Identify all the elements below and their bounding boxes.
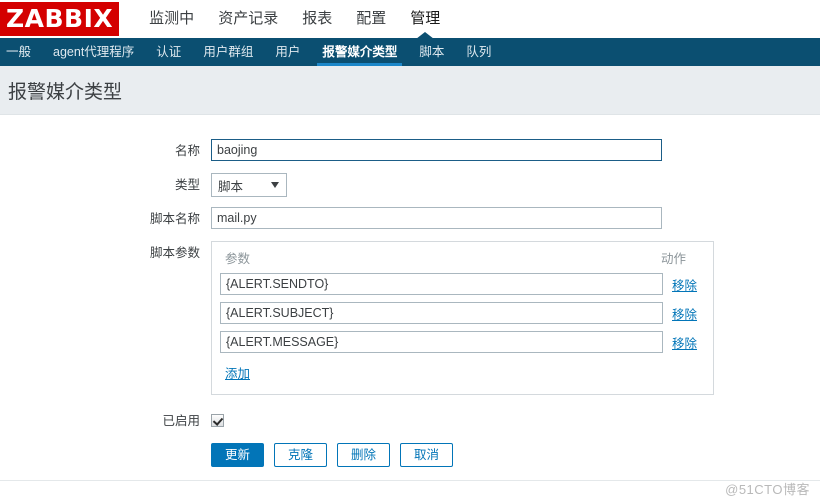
sub-nav-item-user-groups[interactable]: 用户群组 <box>192 38 264 66</box>
form-row-actions: 更新 克隆 删除 取消 <box>0 443 820 467</box>
script-parameter-input-1[interactable] <box>220 273 663 295</box>
chevron-down-icon <box>271 182 279 188</box>
type-select[interactable]: 脚本 <box>211 173 287 197</box>
page-title: 报警媒介类型 <box>8 81 123 103</box>
script-parameters-table: 参数 动作 移除 移除 移除 添加 <box>211 241 714 395</box>
script-parameter-input-3[interactable] <box>220 331 663 353</box>
delete-button[interactable]: 删除 <box>337 443 391 467</box>
top-menu-item-monitoring[interactable]: 监测中 <box>137 0 206 38</box>
label-type: 类型 <box>174 178 200 192</box>
cancel-button[interactable]: 取消 <box>400 443 454 467</box>
script-parameter-input-2[interactable] <box>220 302 663 324</box>
remove-parameter-link-1[interactable]: 移除 <box>663 275 705 294</box>
label-enabled: 已启用 <box>162 414 200 428</box>
form-row-type: 类型 脚本 <box>0 173 820 197</box>
sub-nav-item-general[interactable]: 一般 <box>0 38 42 66</box>
top-menu: 监测中 资产记录 报表 配置 管理 <box>137 0 452 38</box>
form-row-script-parameters: 脚本参数 参数 动作 移除 移除 移除 添加 <box>0 241 820 395</box>
label-name: 名称 <box>174 144 200 158</box>
label-script-parameters: 脚本参数 <box>149 246 200 260</box>
form-row-enabled: 已启用 <box>0 409 820 433</box>
footer-divider <box>0 480 820 481</box>
zabbix-logo[interactable]: ZABBIX <box>0 2 120 36</box>
table-row: 移除 <box>220 273 705 295</box>
clone-button[interactable]: 克隆 <box>274 443 328 467</box>
form-row-name: 名称 <box>0 139 820 163</box>
sub-nav-item-authentication[interactable]: 认证 <box>145 38 192 66</box>
title-bar: 报警媒介类型 <box>0 66 820 115</box>
form-row-script-name: 脚本名称 <box>0 207 820 231</box>
script-name-input[interactable] <box>211 207 662 229</box>
update-button[interactable]: 更新 <box>211 443 265 467</box>
top-menu-item-administration[interactable]: 管理 <box>398 0 452 38</box>
top-header: ZABBIX 监测中 资产记录 报表 配置 管理 <box>0 0 820 38</box>
remove-parameter-link-2[interactable]: 移除 <box>663 304 705 323</box>
sub-nav-item-scripts[interactable]: 脚本 <box>408 38 455 66</box>
media-type-form: 名称 类型 脚本 脚本名称 脚本参数 参数 动作 移除 移除 <box>0 115 820 467</box>
sub-nav: 一般 agent代理程序 认证 用户群组 用户 报警媒介类型 脚本 队列 <box>0 38 820 66</box>
top-menu-item-inventory[interactable]: 资产记录 <box>206 0 290 38</box>
sub-nav-item-media-types[interactable]: 报警媒介类型 <box>311 38 408 66</box>
column-header-parameter: 参数 <box>225 252 251 266</box>
action-buttons: 更新 克隆 删除 取消 <box>211 443 463 467</box>
top-menu-item-reports[interactable]: 报表 <box>290 0 344 38</box>
sub-nav-item-queue[interactable]: 队列 <box>455 38 502 66</box>
sub-nav-item-users[interactable]: 用户 <box>264 38 311 66</box>
sub-nav-item-proxies[interactable]: agent代理程序 <box>42 38 145 66</box>
add-parameter-link[interactable]: 添加 <box>225 363 250 382</box>
type-select-value: 脚本 <box>218 179 244 194</box>
top-menu-item-configuration[interactable]: 配置 <box>344 0 398 38</box>
table-row: 移除 <box>220 331 705 353</box>
column-header-action: 动作 <box>661 252 687 266</box>
enabled-checkbox[interactable] <box>211 414 224 427</box>
label-script-name: 脚本名称 <box>149 212 200 226</box>
table-row: 移除 <box>220 302 705 324</box>
remove-parameter-link-3[interactable]: 移除 <box>663 333 705 352</box>
params-table-header: 参数 动作 <box>220 247 705 273</box>
watermark: @51CTO博客 <box>725 482 810 497</box>
name-input[interactable] <box>211 139 662 161</box>
